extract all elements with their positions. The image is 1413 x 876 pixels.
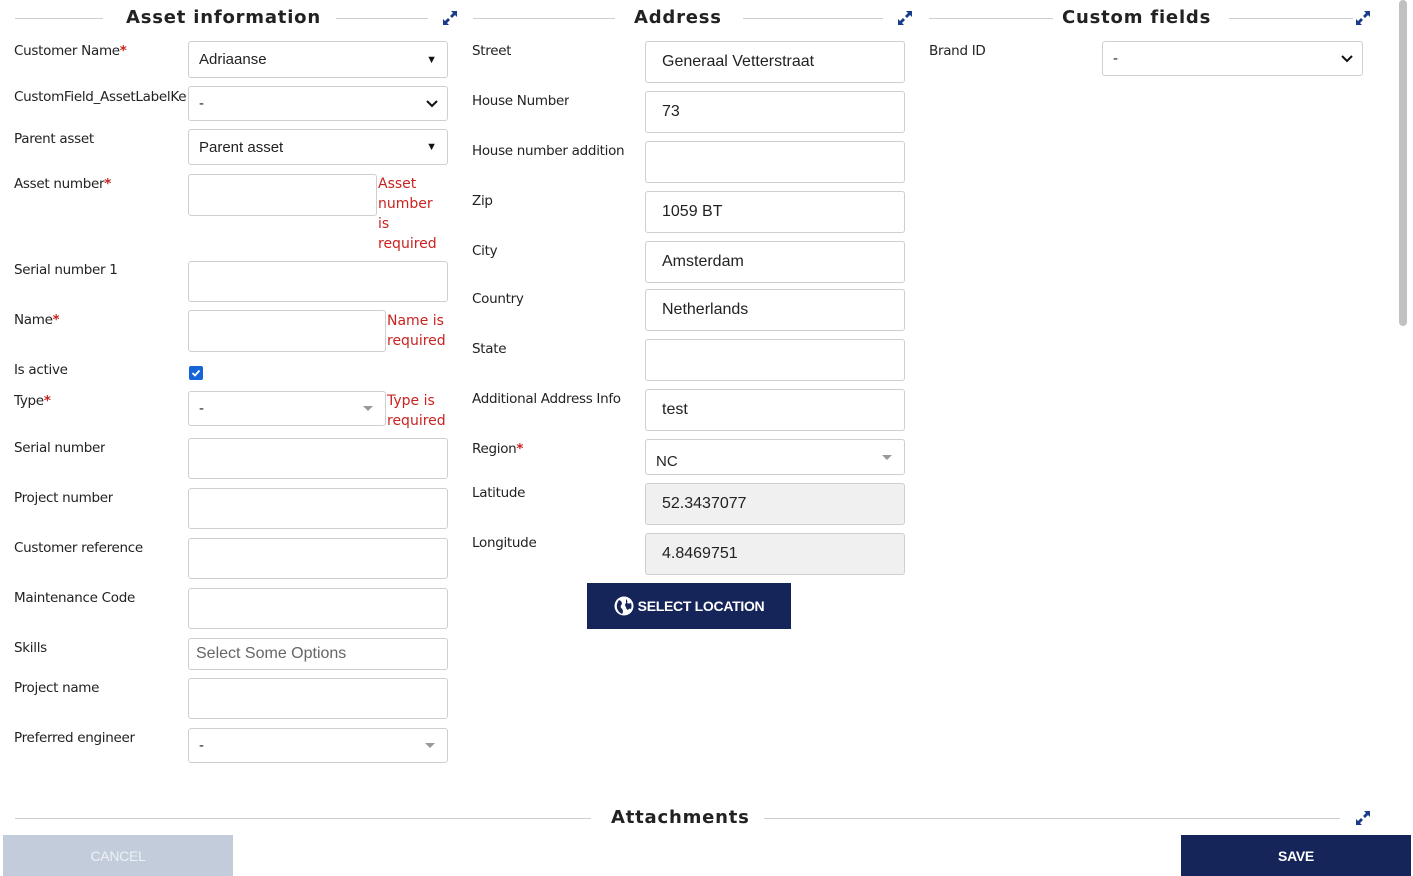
check-icon <box>191 369 201 377</box>
serial-number-1-label: Serial number 1 <box>14 262 118 278</box>
expand-icon[interactable] <box>896 9 914 27</box>
country-input[interactable]: Netherlands <box>645 289 905 331</box>
expand-icon[interactable] <box>1354 9 1372 27</box>
skills-label: Skills <box>14 640 47 656</box>
state-input[interactable] <box>645 339 905 381</box>
asset-number-error: Asset number is required <box>378 176 437 252</box>
house-number-addition-label: House number addition <box>472 143 625 159</box>
serial-number-input[interactable] <box>188 438 448 479</box>
save-button[interactable]: SAVE <box>1181 835 1411 876</box>
brand-id-label: Brand ID <box>929 43 986 59</box>
caret-down-icon: ▼ <box>426 53 437 66</box>
expand-icon[interactable] <box>1354 809 1372 827</box>
zip-input[interactable]: 1059 BT <box>645 191 905 233</box>
preferred-engineer-select[interactable]: - <box>188 728 448 763</box>
street-input[interactable]: Generaal Vetterstraat <box>645 41 905 83</box>
custom-field-asset-label: CustomField_AssetLabelKe <box>14 89 187 105</box>
region-select[interactable]: NC <box>645 439 905 475</box>
additional-address-info-label: Additional Address Info <box>472 391 621 407</box>
country-label: Country <box>472 291 524 307</box>
name-label: Name* <box>14 312 60 328</box>
skills-multiselect[interactable]: Select Some Options <box>188 638 448 670</box>
state-label: State <box>472 341 507 357</box>
address-title: Address <box>634 7 722 28</box>
additional-address-info-input[interactable]: test <box>645 389 905 431</box>
parent-asset-select[interactable]: Parent asset ▼ <box>188 129 448 165</box>
latitude-input: 52.3437077 <box>645 483 905 525</box>
project-name-label: Project name <box>14 680 100 696</box>
house-number-addition-input[interactable] <box>645 141 905 183</box>
type-label: Type* <box>14 393 51 409</box>
cancel-button[interactable]: CANCEL <box>3 835 233 876</box>
project-number-input[interactable] <box>188 488 448 529</box>
maintenance-code-label: Maintenance Code <box>14 590 135 606</box>
attachments-header: Attachments <box>0 800 1375 828</box>
asset-number-input[interactable] <box>188 174 377 216</box>
asset-information-title: Asset information <box>126 7 321 28</box>
custom-fields-header: Custom fields <box>915 0 1375 28</box>
street-label: Street <box>472 43 512 59</box>
attachments-title: Attachments <box>611 807 750 828</box>
customer-reference-label: Customer reference <box>14 540 143 556</box>
asset-number-label: Asset number* <box>14 176 112 192</box>
caret-down-icon <box>425 743 435 748</box>
zip-label: Zip <box>472 193 493 209</box>
address-header: Address <box>465 0 915 28</box>
caret-down-icon <box>882 455 892 460</box>
type-select[interactable]: - <box>188 391 386 426</box>
maintenance-code-input[interactable] <box>188 588 448 629</box>
latitude-label: Latitude <box>472 485 526 501</box>
chevron-down-icon <box>1341 54 1353 62</box>
name-input[interactable] <box>188 310 386 352</box>
type-error: Type is required <box>387 393 446 429</box>
city-input[interactable]: Amsterdam <box>645 241 905 283</box>
region-label: Region* <box>472 441 524 457</box>
longitude-label: Longitude <box>472 535 537 551</box>
caret-down-icon <box>363 406 373 411</box>
longitude-input: 4.8469751 <box>645 533 905 575</box>
project-number-label: Project number <box>14 490 113 506</box>
brand-id-select[interactable]: - <box>1102 41 1363 76</box>
house-number-label: House Number <box>472 93 570 109</box>
city-label: City <box>472 243 498 259</box>
house-number-input[interactable]: 73 <box>645 91 905 133</box>
is-active-label: Is active <box>14 362 68 378</box>
customer-name-label: Customer Name* <box>14 43 127 59</box>
select-location-button[interactable]: SELECT LOCATION <box>587 583 791 629</box>
preferred-engineer-label: Preferred engineer <box>14 730 135 746</box>
expand-icon[interactable] <box>441 9 459 27</box>
parent-asset-label: Parent asset <box>14 131 94 147</box>
caret-down-icon: ▼ <box>426 141 437 153</box>
customer-reference-input[interactable] <box>188 538 448 579</box>
chevron-down-icon <box>426 99 438 107</box>
asset-information-header: Asset information <box>0 0 465 28</box>
is-active-checkbox[interactable] <box>189 366 203 380</box>
name-error: Name is required <box>387 313 446 349</box>
serial-number-label: Serial number <box>14 440 106 456</box>
customer-name-select[interactable]: Adriaanse ▼ <box>188 41 448 78</box>
custom-fields-title: Custom fields <box>1062 7 1212 28</box>
custom-field-asset-select[interactable]: - <box>188 86 448 121</box>
globe-icon <box>614 596 634 616</box>
vertical-scrollbar[interactable] <box>1399 0 1407 326</box>
serial-number-1-input[interactable] <box>188 261 448 302</box>
project-name-input[interactable] <box>188 678 448 719</box>
